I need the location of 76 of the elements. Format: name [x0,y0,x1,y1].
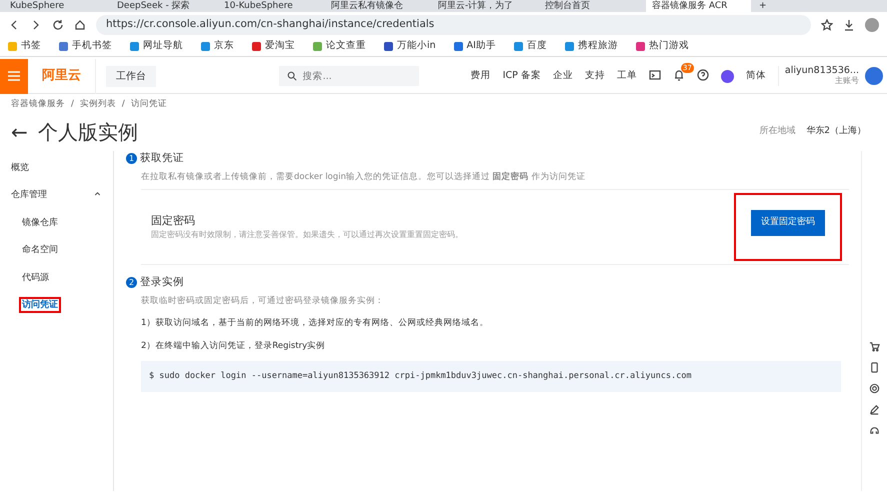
step-title: 获取凭证 [140,150,184,166]
bookmark[interactable]: 携程旅游 [564,39,618,54]
instruction-text: 1）获取访问域名，基于当前的网络环境，选择对应的专有网络、公网或经典网络域名。 [141,317,490,330]
cart-icon[interactable] [869,340,880,352]
header-link[interactable]: 费用 [470,68,491,84]
bookmark[interactable]: AI助手 [454,39,496,54]
page-title: 个人版实例 [38,118,138,146]
step-title: 登录实例 [140,274,184,290]
menu-icon[interactable] [7,70,21,82]
pen-icon[interactable] [869,404,880,415]
headset-icon[interactable] [869,424,880,436]
card-text: 固定密码没有时效限制，请注意妥善保管。如果遗失，可以通过再次设置重置固定密码。 [151,229,463,242]
instruction-text: 2）在终端中输入访问凭证，登录Registry实例 [141,340,326,353]
account-name[interactable]: aliyun813536... [784,66,859,77]
sidebar-item[interactable]: 代码源 [0,264,113,292]
step-number: 1 [126,153,137,164]
step-description: 在拉取私有镜像或者上传镜像前，需要docker login输入您的凭证信息。您可以选择通过 固定密码 作为访问凭证 [141,170,586,184]
avatar-icon[interactable] [865,18,879,32]
sidebar-item[interactable]: 概览 [0,154,113,182]
bell-icon[interactable] [672,69,685,82]
card-title: 固定密码 [151,212,196,229]
header-link[interactable]: 支持 [584,68,605,84]
settings-icon[interactable] [869,382,880,394]
browser-tab[interactable]: 10-KubeSphere [218,0,323,12]
region-value: 华东2（上海） [806,125,866,138]
browser-tab[interactable]: KubeSphere [4,0,109,12]
bookmark[interactable]: 书签 [8,39,41,54]
header-link[interactable]: ICP 备案 [502,68,541,84]
home-icon[interactable] [74,18,86,30]
sidebar-group[interactable]: 仓库管理 [11,189,47,203]
url-text: https://cr.console.aliyun.com/cn-shanghai/instance/credentials [106,16,434,32]
command-block: $ sudo docker login --username=aliyun8135363912 crpi-jpmkm1bduv3juwec.cn-shanghai.personal.cr.aliyuncs.com [141,360,841,392]
search-field[interactable]: 搜索... [278,66,419,86]
reload-icon[interactable] [52,18,64,30]
search-icon [286,71,297,81]
browser-tab[interactable]: 容器镜像服务 ACR [646,0,751,12]
bookmark[interactable]: 论文查重 [313,39,366,54]
step-description: 获取临时密码或固定密码后，可通过密码登录镜像服务实例： [141,294,385,308]
header-link[interactable]: 工单 [616,68,637,84]
account-role: 主账号 [834,76,859,86]
menu-button[interactable] [0,58,28,94]
sidebar-item[interactable]: 镜像仓库 [0,210,113,238]
browser-tab[interactable]: DeepSeek - 探索 [111,0,216,12]
breadcrumb-separator: / [71,98,74,111]
workbench-button[interactable]: 工作台 [106,66,156,86]
breadcrumb-separator: / [122,98,125,111]
help-icon[interactable] [696,69,709,82]
region-label: 所在地域 [759,125,796,138]
bookmark[interactable]: 万能小in [384,39,436,54]
address-bar[interactable]: https://cr.console.aliyun.com/cn-shanghai/instance/credentials [96,14,811,34]
star-icon[interactable] [821,18,833,30]
sidebar-item[interactable]: 访问凭证 [0,292,113,320]
browser-tab[interactable]: 控制台首页 [539,0,644,12]
document-icon[interactable] [869,362,880,373]
browser-tab[interactable]: 阿里云-计算，为了 [432,0,537,12]
breadcrumb-current: 访问凭证 [130,98,167,111]
breadcrumb-link[interactable]: 实例列表 [80,98,116,111]
language-link[interactable]: 简体 [746,68,766,84]
bookmark[interactable]: 热门游戏 [636,39,689,54]
bookmark[interactable]: 百度 [514,39,547,54]
download-icon[interactable] [843,18,855,30]
browser-tab[interactable]: 阿里云私有镜像仓 [325,0,430,12]
header-link[interactable]: 企业 [552,68,573,84]
bookmark[interactable]: 手机书签 [59,39,112,54]
set-password-button[interactable]: 设置固定密码 [751,210,825,236]
back-button[interactable]: ← [11,116,28,147]
bookmark[interactable]: 京东 [201,39,234,54]
assistant-icon[interactable] [720,70,734,82]
sidebar-item[interactable]: 命名空间 [0,237,113,265]
new-tab-button[interactable]: + [753,0,773,12]
bookmark[interactable]: 爱淘宝 [252,39,295,54]
terminal-icon[interactable] [648,69,661,82]
breadcrumb-link[interactable]: 容器镜像服务 [11,98,65,111]
bookmark[interactable]: 网址导航 [130,39,183,54]
user-avatar-icon[interactable] [865,67,883,85]
step-number: 2 [126,277,137,288]
